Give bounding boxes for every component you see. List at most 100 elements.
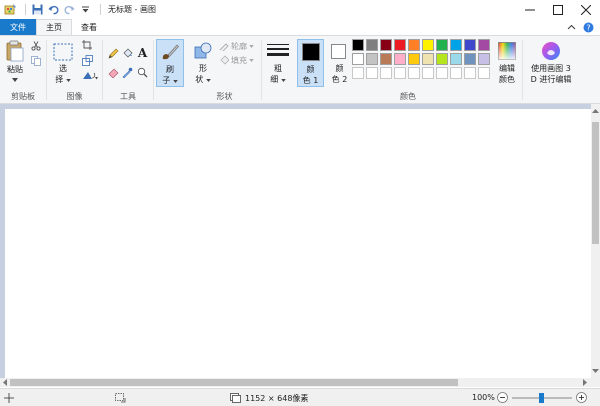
shapes-button[interactable]: 形 状: [190, 39, 216, 85]
fill-dropdown[interactable]: 填充: [219, 54, 259, 66]
undo-icon[interactable]: [47, 3, 60, 16]
color1-button[interactable]: 颜 色 1: [297, 39, 324, 87]
magnifier-icon[interactable]: [136, 66, 148, 78]
palette-swatch[interactable]: [464, 39, 476, 51]
color1-swatch: [302, 43, 320, 61]
palette-swatch[interactable]: [478, 67, 490, 79]
color1-label-top: 颜: [306, 65, 315, 74]
horizontal-scroll-thumb[interactable]: [10, 379, 458, 386]
palette-swatch[interactable]: [436, 53, 448, 65]
palette-swatch[interactable]: [394, 67, 406, 79]
copy-icon[interactable]: [30, 55, 42, 67]
text-tool-icon[interactable]: A: [136, 46, 149, 60]
color-picker-icon[interactable]: [121, 66, 133, 78]
palette-swatch[interactable]: [394, 39, 406, 51]
zoom-slider[interactable]: [512, 393, 572, 403]
chevron-down-icon: [206, 79, 211, 82]
vertical-scroll-thumb[interactable]: [592, 122, 599, 244]
outline-icon: [219, 43, 229, 51]
palette-swatch[interactable]: [450, 39, 462, 51]
tab-home[interactable]: 主页: [36, 19, 72, 35]
palette-swatch[interactable]: [408, 67, 420, 79]
image-size-text: 1152 × 648像素: [245, 394, 309, 403]
crop-icon[interactable]: [81, 39, 93, 51]
paste-label: 粘贴: [7, 65, 23, 74]
palette-swatch[interactable]: [464, 67, 476, 79]
fill-bucket-icon[interactable]: [121, 47, 133, 59]
paint-app-icon[interactable]: [4, 3, 17, 16]
color2-button[interactable]: 颜 色 2: [327, 39, 352, 87]
palette-swatch[interactable]: [450, 53, 462, 65]
drawing-canvas[interactable]: [5, 109, 591, 378]
collapse-ribbon-icon[interactable]: [567, 23, 576, 32]
palette-swatch[interactable]: [394, 53, 406, 65]
palette-swatch[interactable]: [422, 67, 434, 79]
close-button[interactable]: [572, 0, 600, 19]
palette-swatch[interactable]: [422, 39, 434, 51]
save-icon[interactable]: [31, 3, 44, 16]
color2-label-top: 颜: [335, 64, 344, 73]
chevron-down-icon: [66, 79, 71, 82]
palette-swatch[interactable]: [380, 67, 392, 79]
size-button[interactable]: 粗 细: [264, 39, 292, 85]
select-label-top: 选: [59, 64, 67, 73]
customize-toolbar-icon[interactable]: [79, 3, 92, 16]
palette-swatch[interactable]: [464, 53, 476, 65]
scroll-down-icon[interactable]: [592, 368, 599, 374]
scroll-right-icon[interactable]: [582, 379, 588, 386]
tools-group: A 工具: [103, 36, 153, 104]
shapes-label-bottom: 状: [190, 75, 216, 85]
color1-label-bottom: 色 1: [302, 76, 319, 85]
palette-swatch[interactable]: [366, 53, 378, 65]
palette-swatch[interactable]: [352, 53, 364, 65]
paste-button[interactable]: 粘贴: [3, 39, 27, 85]
zoom-out-button[interactable]: [497, 392, 508, 403]
palette-swatch[interactable]: [352, 67, 364, 79]
edit-with-paint3d-button[interactable]: 使用画图 3 D 进行编辑: [525, 39, 597, 87]
scroll-up-icon[interactable]: [592, 108, 599, 114]
help-icon[interactable]: ?: [583, 22, 594, 33]
palette-swatch[interactable]: [450, 67, 462, 79]
palette-swatch[interactable]: [478, 39, 490, 51]
outline-dropdown[interactable]: 轮廓: [219, 40, 259, 52]
palette-swatch[interactable]: [366, 39, 378, 51]
vertical-scrollbar[interactable]: [591, 104, 600, 378]
redo-icon[interactable]: [63, 3, 76, 16]
svg-text:?: ?: [586, 23, 590, 32]
canvas-workspace: [0, 104, 591, 378]
shapes-group: 形 状 轮廓 填充 形状: [188, 36, 261, 104]
rotate-icon[interactable]: [81, 69, 99, 81]
palette-swatch[interactable]: [408, 53, 420, 65]
palette-swatch[interactable]: [352, 39, 364, 51]
scroll-left-icon[interactable]: [2, 379, 8, 386]
pencil-icon[interactable]: [107, 47, 119, 59]
brushes-button[interactable]: 刷 子: [156, 39, 184, 87]
eraser-icon[interactable]: [107, 66, 119, 78]
palette-swatch[interactable]: [436, 39, 448, 51]
palette-swatch[interactable]: [422, 53, 434, 65]
edit-colors-label-bottom: 颜色: [499, 75, 515, 84]
group-divider: [153, 40, 154, 100]
clipboard-group-label: 剪贴板: [11, 92, 35, 101]
palette-swatch[interactable]: [436, 67, 448, 79]
horizontal-scrollbar[interactable]: [0, 378, 600, 387]
palette-swatch[interactable]: [478, 53, 490, 65]
edit-colors-button[interactable]: 编辑 颜色: [493, 39, 521, 87]
paint3d-label-bottom: D 进行编辑: [530, 75, 572, 84]
palette-swatch[interactable]: [380, 53, 392, 65]
palette-swatch[interactable]: [380, 39, 392, 51]
palette-swatch[interactable]: [366, 67, 378, 79]
select-button[interactable]: 选 择: [51, 39, 75, 85]
tab-file[interactable]: 文件: [0, 19, 36, 35]
palette-swatch[interactable]: [408, 39, 420, 51]
chevron-down-icon: [12, 78, 18, 82]
close-icon: [581, 4, 591, 15]
tab-view[interactable]: 查看: [72, 19, 106, 35]
resize-icon[interactable]: [81, 54, 93, 66]
minimize-button[interactable]: [516, 0, 544, 19]
maximize-icon: [553, 4, 563, 15]
zoom-in-button[interactable]: [576, 392, 587, 403]
maximize-button[interactable]: [544, 0, 572, 19]
cut-icon[interactable]: [30, 40, 42, 52]
zoom-slider-thumb[interactable]: [539, 393, 544, 403]
